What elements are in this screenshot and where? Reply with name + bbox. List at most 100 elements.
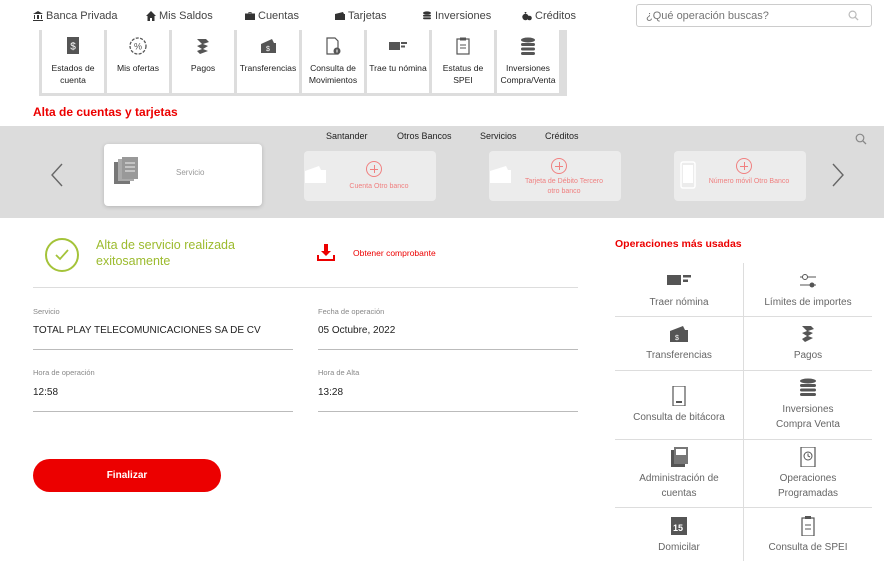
svg-text:$: $ [675,335,679,342]
op-label: Consulta de SPEI [768,541,848,553]
nav-tarjetas[interactable]: Tarjetas [335,10,387,22]
payroll-icon [389,42,407,50]
clock-doc-icon [800,446,816,467]
card-servicio[interactable]: Servicio [104,144,262,206]
op-operaciones-programadas[interactable]: Operaciones Programadas [744,440,872,507]
card-label: Servicio [176,168,205,177]
tile-label: Estados de cuenta [51,63,95,85]
tile-consulta-movimientos[interactable]: Consulta de Movimientos [302,30,364,93]
op-label: Domicilar [658,541,700,553]
svg-text:%: % [134,42,142,52]
op-label: Inversiones Compra Venta [776,404,840,430]
op-transferencias[interactable]: $ Transferencias [615,317,743,370]
get-receipt-link[interactable]: Obtener comprobante [353,248,436,258]
tile-transferencias[interactable]: $ Transferencias [237,30,299,93]
nav-mis-saldos-label: Mis Saldos [159,10,213,22]
op-time-label: Hora de operación [33,368,95,377]
op-label: Traer nómina [649,297,709,308]
nav-cuentas[interactable]: Cuentas [245,10,299,22]
chevron-right-icon[interactable] [831,162,845,188]
tile-label: Estatus de SPEI [442,63,484,85]
briefcase-icon [245,12,255,20]
nav-creditos-label: Créditos [535,10,576,22]
tile-mis-ofertas[interactable]: % Mis ofertas [107,30,169,93]
ops-title: Operaciones más usadas [615,238,742,250]
tab-servicios[interactable]: Servicios [480,131,517,141]
coin-stack-icon [423,11,431,20]
card-label: Cuenta Otro banco [349,183,409,190]
svg-text:$: $ [266,46,270,53]
nav-inversiones-label: Inversiones [435,10,492,22]
op-administracion-cuentas[interactable]: Administración de cuentas [615,440,743,507]
top-nav: Banca Privada Mis Saldos Cuentas Tarjeta… [0,0,884,31]
chevron-left-icon[interactable] [50,162,64,188]
plus-icon [366,161,382,177]
card-icon [490,166,511,183]
op-limites-importes[interactable]: Límites de importes [744,265,872,316]
tile-estados-de-cuenta[interactable]: $ Estados de cuenta [42,30,104,93]
finish-button[interactable]: Finalizar [33,459,221,492]
op-pagos[interactable]: Pagos [744,317,872,370]
nav-inversiones[interactable]: Inversiones [422,10,491,22]
service-value: TOTAL PLAY TELECOMUNICACIONES SA DE CV [33,325,261,336]
hand-coin-icon [802,326,814,342]
op-label: Operaciones Programadas [777,472,839,499]
tab-creditos[interactable]: Créditos [545,131,579,141]
tab-otros-bancos[interactable]: Otros Bancos [397,131,452,141]
section-title: Alta de cuentas y tarjetas [33,105,178,119]
op-domicilar[interactable]: 15 Domicilar [615,508,743,562]
card-tarjeta-debito-tercero[interactable]: Tarjeta de Débito Tercero otro banco [489,151,621,201]
bank-icon [33,11,43,21]
card-label: Tarjeta de Débito Tercero otro banco [524,178,604,195]
payroll-icon [667,275,691,285]
card-numero-movil[interactable]: Número móvil Otro Banco [674,151,806,201]
field-underline [33,349,293,350]
money-bag-icon [522,12,532,21]
tile-label: Transferencias [239,63,297,73]
tile-label: Pagos [190,63,216,73]
search-icon[interactable] [848,10,859,21]
coin-stack-icon [521,37,535,55]
sliders-icon [800,274,816,288]
tile-trae-nomina[interactable]: Trae tu nómina [367,30,429,93]
wallet-icon: $ [261,39,276,53]
tile-label: Mis ofertas [116,63,160,73]
card-icon [335,12,345,20]
tile-inversiones[interactable]: Inversiones Compra/Venta [497,30,559,93]
phone-log-icon [672,385,686,406]
wallet-icon [305,166,326,183]
nav-cuentas-label: Cuentas [258,10,299,22]
download-icon[interactable] [317,243,335,261]
tile-label: Inversiones Compra/Venta [500,63,556,85]
search-input[interactable] [637,5,837,26]
op-label: Consulta de bitácora [633,411,725,423]
nav-mis-saldos[interactable]: Mis Saldos [146,10,213,22]
success-check-icon [45,238,79,272]
tile-estatus-spei[interactable]: Estatus de SPEI [432,30,494,93]
op-label: Transferencias [646,350,712,361]
op-inversiones-compra-venta[interactable]: Inversiones Compra Venta [744,371,872,439]
alta-time-value: 13:28 [318,387,344,398]
nav-creditos[interactable]: Créditos [522,10,576,22]
document-info-icon [326,37,341,55]
clipboard-icon [801,515,815,536]
tab-santander[interactable]: Santander [326,131,368,141]
plus-icon [736,158,752,174]
smartphone-icon [680,161,696,189]
wallet-icon: $ [670,326,688,342]
op-consulta-spei[interactable]: Consulta de SPEI [744,508,872,562]
op-label: Administración de cuentas [639,472,719,499]
card-cuenta-otro-banco[interactable]: Cuenta Otro banco [304,151,436,201]
plus-icon [551,158,567,174]
svg-text:$: $ [70,42,76,53]
tile-pagos[interactable]: Pagos [172,30,234,93]
nav-banca-privada-label: Banca Privada [46,10,118,22]
op-consulta-bitacora[interactable]: Consulta de bitácora [615,371,743,439]
divider [33,287,578,288]
tile-label: Trae tu nómina [369,63,427,73]
op-label: Pagos [793,350,823,361]
service-label: Servicio [33,307,60,316]
op-traer-nomina[interactable]: Traer nómina [615,265,743,316]
nav-banca-privada[interactable]: Banca Privada [33,10,118,22]
search-icon[interactable] [855,133,867,145]
